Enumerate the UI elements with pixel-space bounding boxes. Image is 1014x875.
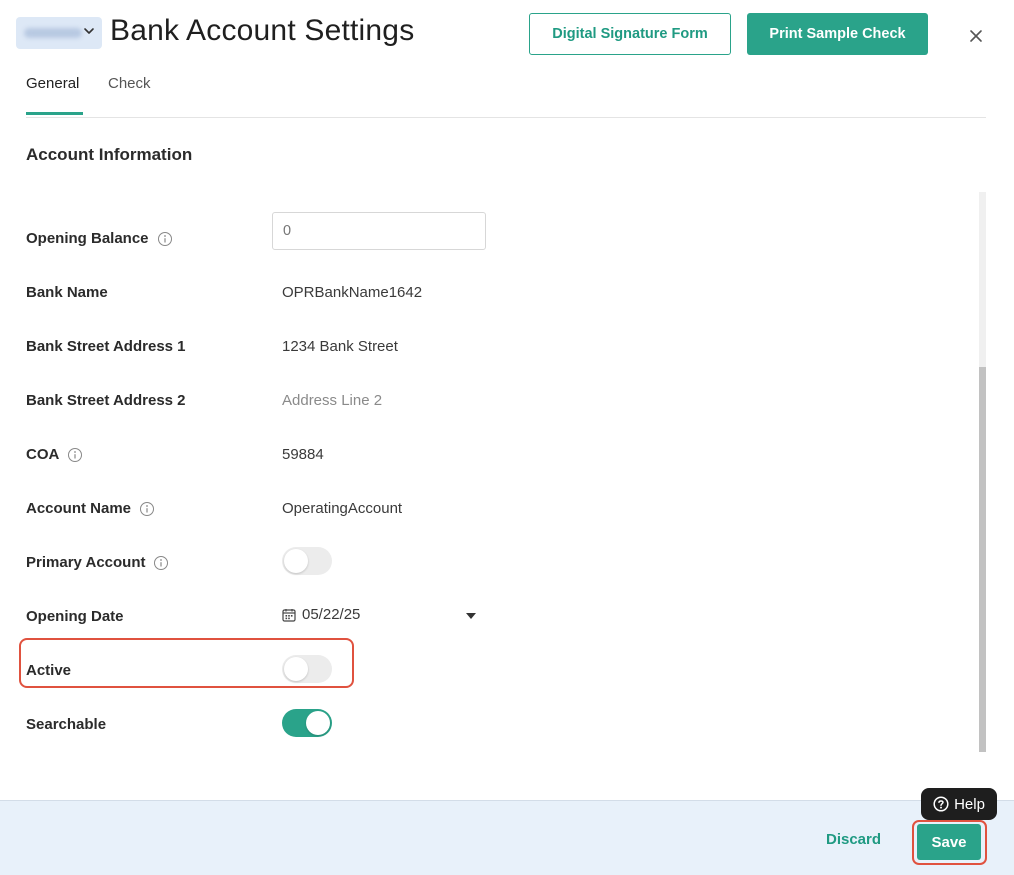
info-icon[interactable] [139, 501, 155, 517]
bank-name-label: Bank Name [26, 284, 108, 301]
opening-balance-input-wrapper [272, 212, 486, 250]
active-row-highlight [19, 638, 354, 688]
primary-account-row: Primary Account [26, 547, 966, 578]
info-icon[interactable] [67, 447, 83, 463]
tab-general[interactable]: General [26, 75, 79, 92]
discard-button[interactable]: Discard [826, 831, 881, 848]
question-circle-icon [933, 796, 949, 812]
coa-label: COA [26, 446, 83, 463]
scrollbar-thumb[interactable] [979, 367, 986, 752]
bank-street-address-2-label: Bank Street Address 2 [26, 392, 186, 409]
opening-balance-row: Opening Balance [26, 212, 966, 254]
opening-balance-label-text: Opening Balance [26, 230, 149, 247]
opening-balance-input[interactable] [273, 213, 485, 249]
scrollbar-track[interactable] [979, 192, 986, 752]
primary-account-label-text: Primary Account [26, 554, 146, 571]
info-icon[interactable] [157, 231, 173, 247]
coa-row: COA 59884 [26, 440, 966, 470]
coa-label-text: COA [26, 446, 60, 463]
tab-bar: General Check [26, 72, 986, 118]
save-button-highlight [912, 820, 987, 865]
active-tab-indicator [26, 112, 83, 115]
bank-street-address-1-value[interactable]: 1234 Bank Street [282, 338, 398, 355]
page-header: Bank Account Settings Digital Signature … [0, 0, 1014, 70]
bank-street-address-2-placeholder[interactable]: Address Line 2 [282, 392, 382, 409]
opening-date-label: Opening Date [26, 608, 124, 625]
searchable-label: Searchable [26, 716, 107, 733]
coa-value[interactable]: 59884 [282, 446, 324, 463]
bank-street-address-1-row: Bank Street Address 1 1234 Bank Street [26, 332, 966, 362]
toggle-knob [284, 549, 308, 573]
account-selector[interactable] [16, 17, 102, 49]
opening-date-picker[interactable]: 05/22/25 [282, 606, 360, 623]
primary-account-toggle[interactable] [282, 547, 332, 575]
print-sample-check-button[interactable]: Print Sample Check [747, 13, 928, 55]
tab-check[interactable]: Check [108, 75, 151, 92]
calendar-icon [282, 608, 296, 622]
account-name-value[interactable]: OperatingAccount [282, 500, 402, 517]
help-label: Help [954, 795, 985, 813]
account-name-label: Account Name [26, 500, 155, 517]
bank-name-value[interactable]: OPRBankName1642 [282, 284, 422, 301]
bank-street-address-2-row: Bank Street Address 2 Address Line 2 [26, 386, 966, 416]
account-name-label-text: Account Name [26, 500, 132, 517]
primary-account-label: Primary Account [26, 554, 169, 571]
account-name-row: Account Name OperatingAccount [26, 494, 966, 524]
caret-down-icon[interactable] [466, 613, 476, 619]
footer-bar: Discard Save [0, 800, 1014, 875]
help-button[interactable]: Help [921, 788, 997, 820]
searchable-row: Searchable [26, 709, 966, 740]
close-icon[interactable] [966, 26, 986, 46]
chevron-down-icon [84, 28, 94, 34]
page-title: Bank Account Settings [110, 14, 415, 47]
account-selector-value-redacted [24, 28, 82, 38]
digital-signature-form-button[interactable]: Digital Signature Form [529, 13, 731, 55]
info-icon[interactable] [153, 555, 169, 571]
bank-street-address-1-label: Bank Street Address 1 [26, 338, 186, 355]
opening-date-row: Opening Date 05/22/25 [26, 602, 966, 632]
opening-balance-label: Opening Balance [26, 230, 173, 247]
searchable-toggle[interactable] [282, 709, 332, 737]
section-title: Account Information [26, 145, 193, 164]
opening-date-value: 05/22/25 [302, 606, 361, 623]
bank-name-row: Bank Name OPRBankName1642 [26, 278, 966, 308]
toggle-knob [306, 711, 330, 735]
